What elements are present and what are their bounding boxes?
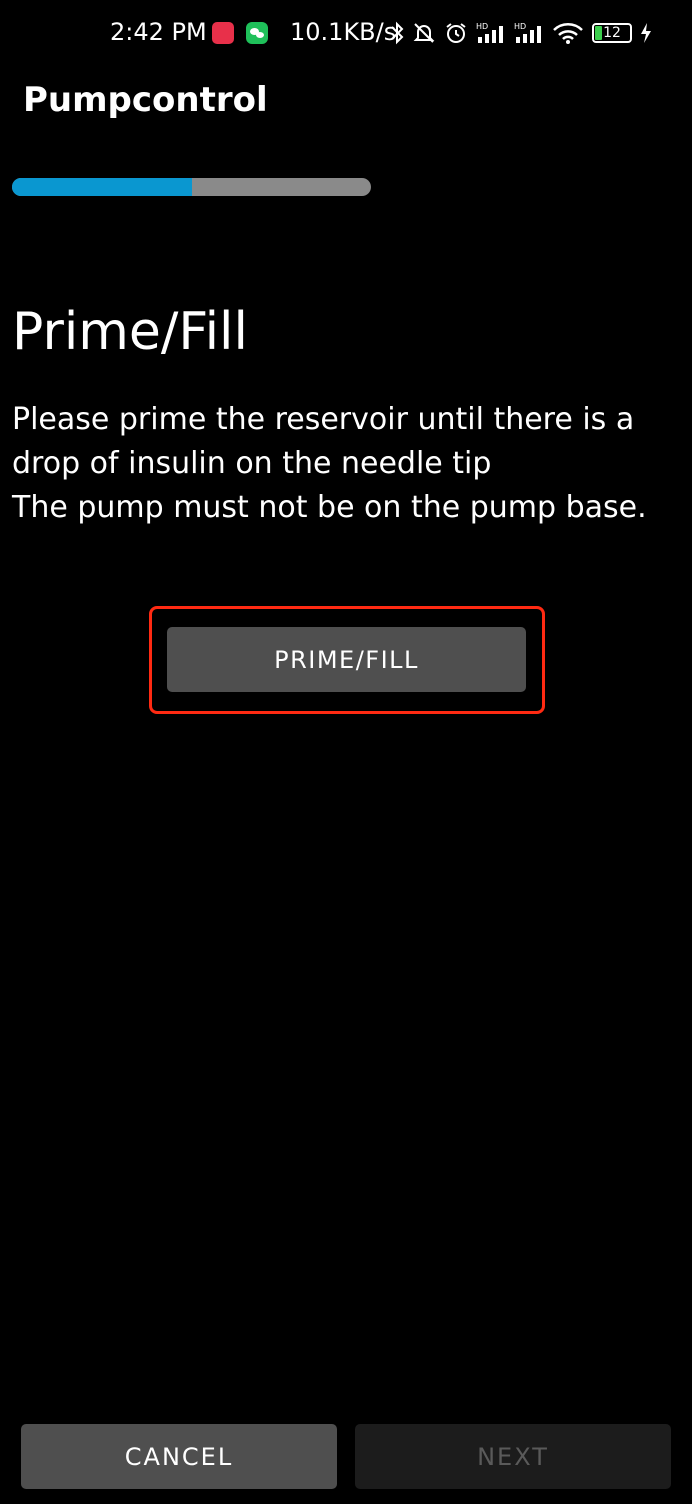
cancel-button[interactable]: CANCEL [21,1424,337,1489]
next-button[interactable]: NEXT [355,1424,671,1489]
instruction-line: The pump must not be on the pump base. [12,490,647,525]
wifi-icon [553,23,583,44]
charging-icon [641,23,651,43]
app-title: Pumpcontrol [23,80,268,120]
signal-hd-icon: HD [514,22,541,43]
status-icons: HD HD 12 [390,18,652,48]
wechat-icon [246,22,268,44]
mute-bell-icon [413,23,435,43]
prime-fill-button[interactable]: PRIME/FILL [167,627,526,692]
alarm-icon [446,23,466,43]
battery-icon: 12 [592,23,632,43]
signal-hd-icon: HD [476,22,503,43]
progress-fill [12,178,192,196]
bluetooth-icon [391,21,404,45]
app-notification-icon [212,22,234,44]
instructions-text: Please prime the reservoir until there i… [12,398,682,530]
status-time: 2:42 PM [110,18,207,46]
svg-text:HD: HD [514,22,526,31]
wizard-progress-bar [12,178,371,196]
status-bar: 2:42 PM 10.1KB/s HD HD 12 [0,0,692,66]
network-speed: 10.1KB/s [290,18,397,46]
instruction-line: Please prime the reservoir until there i… [12,402,635,437]
page-title: Prime/Fill [12,302,248,362]
svg-text:HD: HD [476,22,488,31]
battery-fill [595,26,602,40]
battery-level: 12 [603,25,621,41]
instruction-line: drop of insulin on the needle tip [12,446,492,481]
screen: 2:42 PM 10.1KB/s HD HD 12 Pumpcontrol Pr… [0,0,692,1504]
